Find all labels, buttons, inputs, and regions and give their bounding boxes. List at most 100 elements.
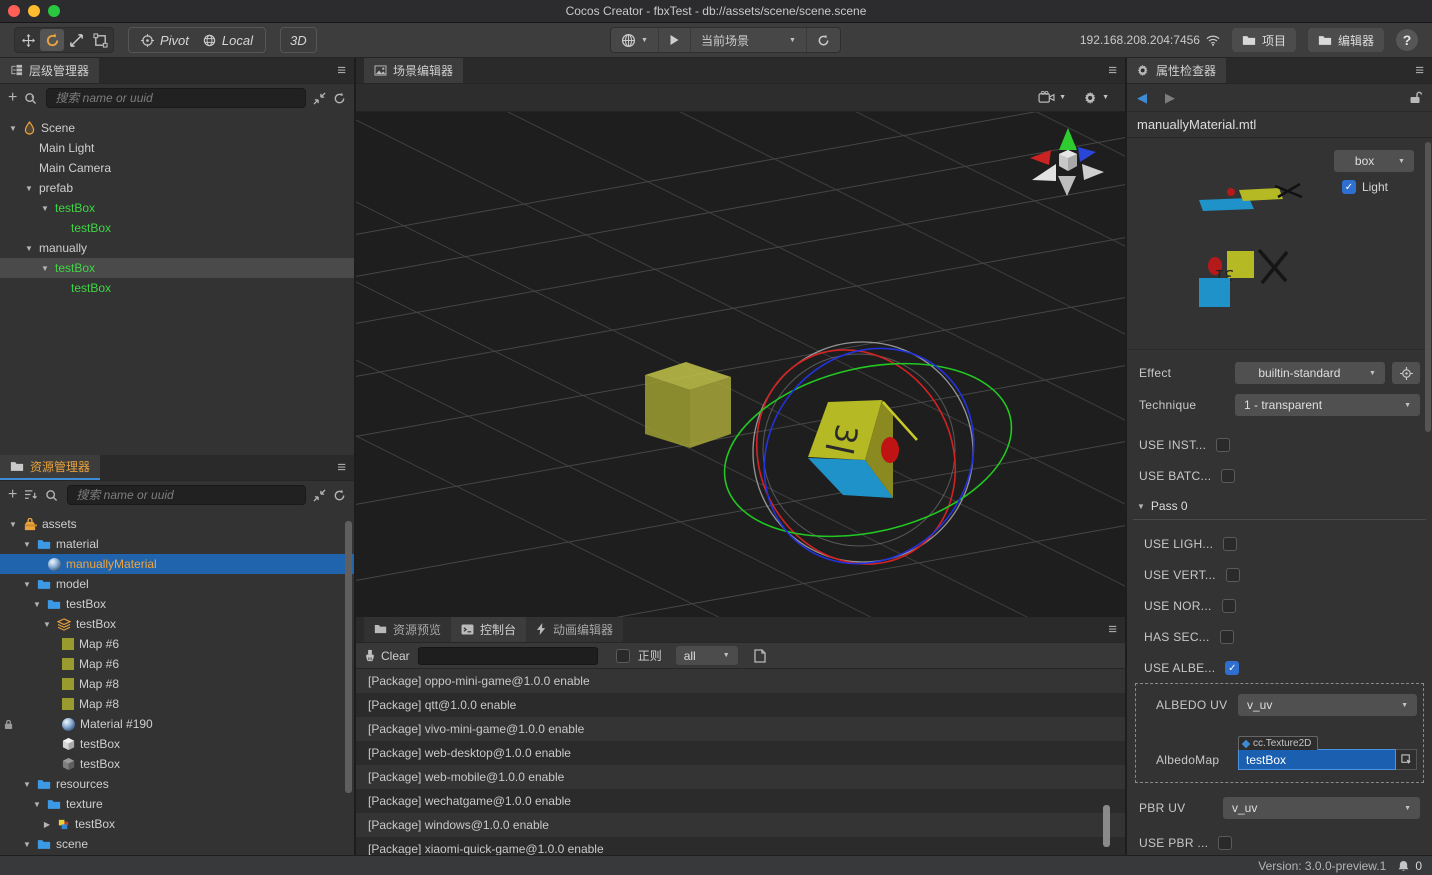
preview-light-toggle[interactable]: Light <box>1341 180 1388 194</box>
tree-node-prefab[interactable]: ▼ prefab <box>0 178 354 198</box>
expand-arrow-icon[interactable]: ▼ <box>8 520 18 529</box>
asset-node-manuallymaterial-selected[interactable]: manuallyMaterial <box>0 554 354 574</box>
use-ligh-checkbox[interactable] <box>1223 537 1238 551</box>
rotate-tool-button[interactable] <box>40 29 64 51</box>
tree-node-testbox[interactable]: ▼ testBox <box>0 198 354 218</box>
unlock-icon[interactable] <box>1409 91 1422 104</box>
tree-node-testbox[interactable]: testBox <box>0 218 354 238</box>
albedo-map-value-box[interactable]: testBox <box>1238 749 1396 770</box>
tree-node-scene[interactable]: ▼ Scene <box>0 118 354 138</box>
refresh-assets-button[interactable] <box>333 489 346 502</box>
pass0-header[interactable]: ▼ Pass 0 <box>1137 499 1432 513</box>
technique-select[interactable]: 1 - transparent ▼ <box>1235 394 1420 416</box>
search-type-button[interactable] <box>24 92 39 105</box>
expand-arrow-icon[interactable]: ▼ <box>22 840 32 849</box>
tab-assets[interactable]: 资源管理器 <box>0 455 101 480</box>
asset-node-testbox-folder[interactable]: ▼ testBox <box>0 594 354 614</box>
tree-node-testbox-selected[interactable]: ▼ testBox <box>0 258 354 278</box>
expand-arrow-icon[interactable]: ▼ <box>32 600 42 609</box>
asset-node-model[interactable]: ▼ model <box>0 574 354 594</box>
history-forward-button[interactable]: ▶ <box>1165 90 1175 106</box>
refresh-hierarchy-button[interactable] <box>333 92 346 105</box>
expand-arrow-icon[interactable]: ▼ <box>24 184 34 193</box>
has-sec-checkbox[interactable] <box>1219 630 1234 644</box>
expand-arrow-icon[interactable]: ▼ <box>22 540 32 549</box>
tree-node-testbox[interactable]: testBox <box>0 278 354 298</box>
material-preview[interactable]: 31 box ▼ Light <box>1127 138 1432 350</box>
expand-arrow-icon[interactable]: ▼ <box>40 204 50 213</box>
create-node-button[interactable]: + <box>8 89 17 107</box>
inspector-scrollbar[interactable] <box>1425 142 1431 432</box>
asset-node-testbox-model[interactable]: ▼ testBox <box>0 614 354 634</box>
create-asset-button[interactable]: + <box>8 486 17 504</box>
asset-node-scene[interactable]: ▼ scene <box>0 834 354 854</box>
use-vert-checkbox[interactable] <box>1225 568 1240 582</box>
expand-arrow-icon[interactable]: ▼ <box>22 780 32 789</box>
expand-arrow-icon[interactable]: ▼ <box>8 124 18 133</box>
pick-texture-button[interactable] <box>1396 749 1417 770</box>
expand-arrow-icon[interactable]: ▶ <box>42 820 52 829</box>
mode-3d-button[interactable]: 3D <box>279 27 317 53</box>
local-toggle[interactable]: Local <box>203 33 253 48</box>
log-entry[interactable]: [Package] web-desktop@1.0.0 enable <box>356 741 1125 765</box>
play-button[interactable] <box>659 28 691 52</box>
tree-node-main-light[interactable]: Main Light <box>0 138 354 158</box>
search-type-button[interactable] <box>45 489 60 502</box>
asset-node-testbox-mesh-dark[interactable]: testBox <box>0 754 354 774</box>
asset-node-assets[interactable]: ▼ assets <box>0 514 354 534</box>
camera-settings-button[interactable]: ▼ <box>1038 91 1066 104</box>
rect-tool-button[interactable] <box>88 29 112 51</box>
asset-node-map8[interactable]: Map #8 <box>0 694 354 714</box>
regex-checkbox[interactable] <box>615 648 630 663</box>
preview-shape-select[interactable]: box ▼ <box>1334 150 1414 172</box>
hierarchy-search-input[interactable] <box>46 88 306 108</box>
tab-inspector[interactable]: 属性检查器 <box>1127 58 1227 83</box>
history-back-button[interactable]: ◀ <box>1137 90 1147 106</box>
assets-scrollbar[interactable] <box>345 521 352 793</box>
help-button[interactable]: ? <box>1396 29 1418 51</box>
expand-arrow-icon[interactable]: ▼ <box>1137 502 1145 511</box>
refresh-preview-button[interactable] <box>807 28 840 52</box>
expand-arrow-icon[interactable]: ▼ <box>40 264 50 273</box>
tab-hierarchy[interactable]: 层级管理器 <box>0 58 100 83</box>
open-project-button[interactable]: 项目 <box>1231 28 1296 52</box>
tab-scene-editor[interactable]: 场景编辑器 <box>364 58 464 83</box>
export-log-icon[interactable] <box>754 648 766 663</box>
use-albe-checkbox[interactable] <box>1225 661 1240 675</box>
expand-arrow-icon[interactable]: ▼ <box>42 620 52 629</box>
asset-node-map6[interactable]: Map #6 <box>0 634 354 654</box>
use-pbr-checkbox[interactable] <box>1218 836 1233 850</box>
use-batc-checkbox[interactable] <box>1221 469 1236 483</box>
tab-animation-editor[interactable]: 动画编辑器 <box>526 617 624 642</box>
scene-viewport[interactable]: 3 <box>356 112 1125 617</box>
tab-console[interactable]: 控制台 <box>451 617 527 642</box>
log-entry[interactable]: [Package] wechatgame@1.0.0 enable <box>356 789 1125 813</box>
assets-search-input[interactable] <box>67 485 306 505</box>
use-nor-checkbox[interactable] <box>1221 599 1236 613</box>
expand-arrow-icon[interactable]: ▼ <box>22 580 32 589</box>
pbr-uv-select[interactable]: v_uv ▼ <box>1223 797 1420 819</box>
scene-select[interactable]: 当前场景 ▼ <box>691 28 807 52</box>
asset-node-material[interactable]: ▼ material <box>0 534 354 554</box>
preview-target-button[interactable]: ▼ <box>611 28 659 52</box>
use-inst-checkbox[interactable] <box>1216 438 1231 452</box>
console-scrollbar[interactable] <box>1103 805 1110 847</box>
log-entry[interactable]: [Package] qtt@1.0.0 enable <box>356 693 1125 717</box>
console-filter-input[interactable] <box>417 646 598 665</box>
log-entry[interactable]: [Package] windows@1.0.0 enable <box>356 813 1125 837</box>
albedo-map-field[interactable]: testBox <box>1238 749 1417 770</box>
tab-asset-preview[interactable]: 资源预览 <box>364 617 452 642</box>
assets-menu-button[interactable]: ≡ <box>337 459 346 476</box>
expand-arrow-icon[interactable]: ▼ <box>24 244 34 253</box>
sort-assets-button[interactable] <box>24 489 38 501</box>
gizmo-settings-button[interactable]: ▼ <box>1084 91 1109 105</box>
clear-console-button[interactable]: Clear <box>364 649 410 663</box>
pivot-toggle[interactable]: Pivot <box>141 33 189 48</box>
asset-node-testbox-mesh[interactable]: testBox <box>0 734 354 754</box>
open-editor-button[interactable]: 编辑器 <box>1307 28 1384 52</box>
log-level-select[interactable]: all ▼ <box>675 646 738 665</box>
asset-node-map8[interactable]: Map #8 <box>0 674 354 694</box>
asset-node-resources[interactable]: ▼ resources <box>0 774 354 794</box>
log-entry[interactable]: [Package] vivo-mini-game@1.0.0 enable <box>356 717 1125 741</box>
inspector-menu-button[interactable]: ≡ <box>1415 62 1424 79</box>
